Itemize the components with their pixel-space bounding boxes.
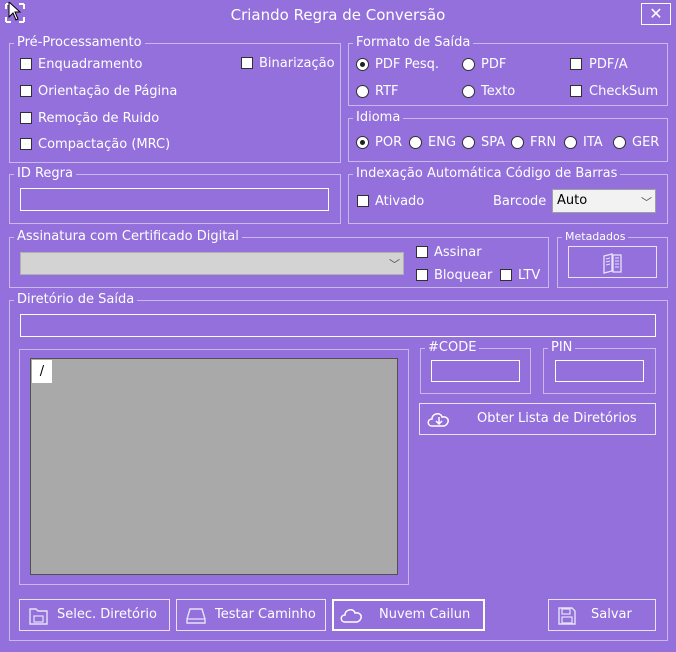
code-legend: #CODE <box>425 341 480 355</box>
bloquear-label: Bloquear <box>434 268 493 283</box>
salvar-label: Salvar <box>591 607 632 622</box>
pdf-pesq-radio[interactable] <box>356 58 369 71</box>
ativado-checkbox[interactable] <box>357 195 369 207</box>
output-format-legend: Formato de Saída <box>353 36 474 50</box>
close-button[interactable]: ✕ <box>641 3 671 25</box>
pdf-pesq-label: PDF Pesq. <box>375 57 439 72</box>
selec-diretorio-label: Selec. Diretório <box>57 607 157 622</box>
binarizacao-checkbox[interactable] <box>241 57 253 69</box>
lang-por-label: POR <box>375 135 403 150</box>
lang-frn-label: FRN <box>530 135 557 150</box>
lang-por-radio[interactable] <box>356 136 369 149</box>
barcode-select[interactable]: Auto ﹀ <box>552 189 656 213</box>
enquadramento-checkbox[interactable] <box>20 58 32 70</box>
signature-legend: Assinatura com Certificado Digital <box>14 230 242 244</box>
rule-id-legend: ID Regra <box>14 167 76 181</box>
window-title: Criando Regra de Conversão <box>230 6 446 24</box>
remocao-checkbox[interactable] <box>20 112 32 124</box>
drive-icon <box>186 608 206 624</box>
output-dir-legend: Diretório de Saída <box>14 293 138 307</box>
orientacao-label: Orientação de Página <box>38 84 178 99</box>
chevron-down-icon: ﹀ <box>389 258 400 271</box>
pin-legend: PIN <box>548 341 576 355</box>
lang-spa-label: SPA <box>481 135 506 150</box>
nuvem-cailun-button[interactable]: Nuvem Cailun <box>332 599 485 631</box>
lang-ita-label: ITA <box>583 135 603 150</box>
pdf-radio[interactable] <box>462 58 475 71</box>
remocao-label: Remoção de Ruido <box>38 111 160 126</box>
pdf-label: PDF <box>481 57 507 72</box>
book-icon <box>603 253 622 274</box>
metadata-legend: Metadados <box>562 230 629 244</box>
barcode-select-value: Auto <box>557 193 588 208</box>
selec-diretorio-button[interactable]: Selec. Diretório <box>19 599 170 631</box>
ativado-label: Ativado <box>375 194 425 209</box>
texto-radio[interactable] <box>462 85 475 98</box>
testar-caminho-label: Testar Caminho <box>215 607 316 622</box>
barcode-indexing-legend: Indexação Automática Código de Barras <box>353 167 621 181</box>
lang-ita-radio[interactable] <box>564 136 577 149</box>
salvar-button[interactable]: Salvar <box>548 599 656 631</box>
ltv-label: LTV <box>518 268 541 283</box>
lang-ger-label: GER <box>632 135 660 150</box>
rule-id-input[interactable] <box>20 188 329 211</box>
cloud-download-icon <box>427 413 449 427</box>
checksum-label: CheckSum <box>589 84 659 99</box>
code-input[interactable] <box>431 360 520 382</box>
bloquear-checkbox[interactable] <box>416 269 428 281</box>
rtf-label: RTF <box>375 84 399 99</box>
language-legend: Idioma <box>353 111 404 125</box>
barcode-label: Barcode <box>493 194 547 209</box>
cloud-icon <box>340 609 362 623</box>
binarizacao-label: Binarização <box>259 56 335 71</box>
texto-label: Texto <box>481 84 516 99</box>
ltv-checkbox[interactable] <box>500 269 512 281</box>
enquadramento-label: Enquadramento <box>38 57 143 72</box>
lang-eng-radio[interactable] <box>409 136 422 149</box>
assinar-label: Assinar <box>434 245 482 260</box>
directory-tree[interactable]: / <box>30 358 398 575</box>
nuvem-cailun-label: Nuvem Cailun <box>379 607 471 622</box>
output-path-input[interactable] <box>20 314 656 337</box>
save-icon <box>558 607 576 625</box>
metadata-button[interactable] <box>568 246 657 278</box>
chevron-down-icon: ﹀ <box>641 196 652 209</box>
orientacao-checkbox[interactable] <box>20 85 32 97</box>
pdfa-checkbox[interactable] <box>570 58 582 70</box>
lang-frn-radio[interactable] <box>511 136 524 149</box>
assinar-checkbox[interactable] <box>416 246 428 258</box>
pdfa-label: PDF/A <box>589 57 628 72</box>
lang-eng-label: ENG <box>428 135 457 150</box>
testar-caminho-button[interactable]: Testar Caminho <box>176 599 326 631</box>
certificate-select[interactable] <box>20 252 404 275</box>
preprocessing-legend: Pré-Processamento <box>14 36 145 50</box>
checksum-checkbox[interactable] <box>570 85 582 97</box>
folder-save-icon <box>29 608 48 625</box>
obter-lista-label: Obter Lista de Diretórios <box>477 411 637 426</box>
rtf-radio[interactable] <box>356 85 369 98</box>
pin-input[interactable] <box>555 360 644 382</box>
compactacao-checkbox[interactable] <box>20 138 32 150</box>
obter-lista-button[interactable]: Obter Lista de Diretórios <box>419 403 656 435</box>
lang-ger-radio[interactable] <box>613 136 626 149</box>
lang-spa-radio[interactable] <box>462 136 475 149</box>
tree-root-node[interactable]: / <box>32 360 52 383</box>
compactacao-label: Compactação (MRC) <box>38 137 171 152</box>
